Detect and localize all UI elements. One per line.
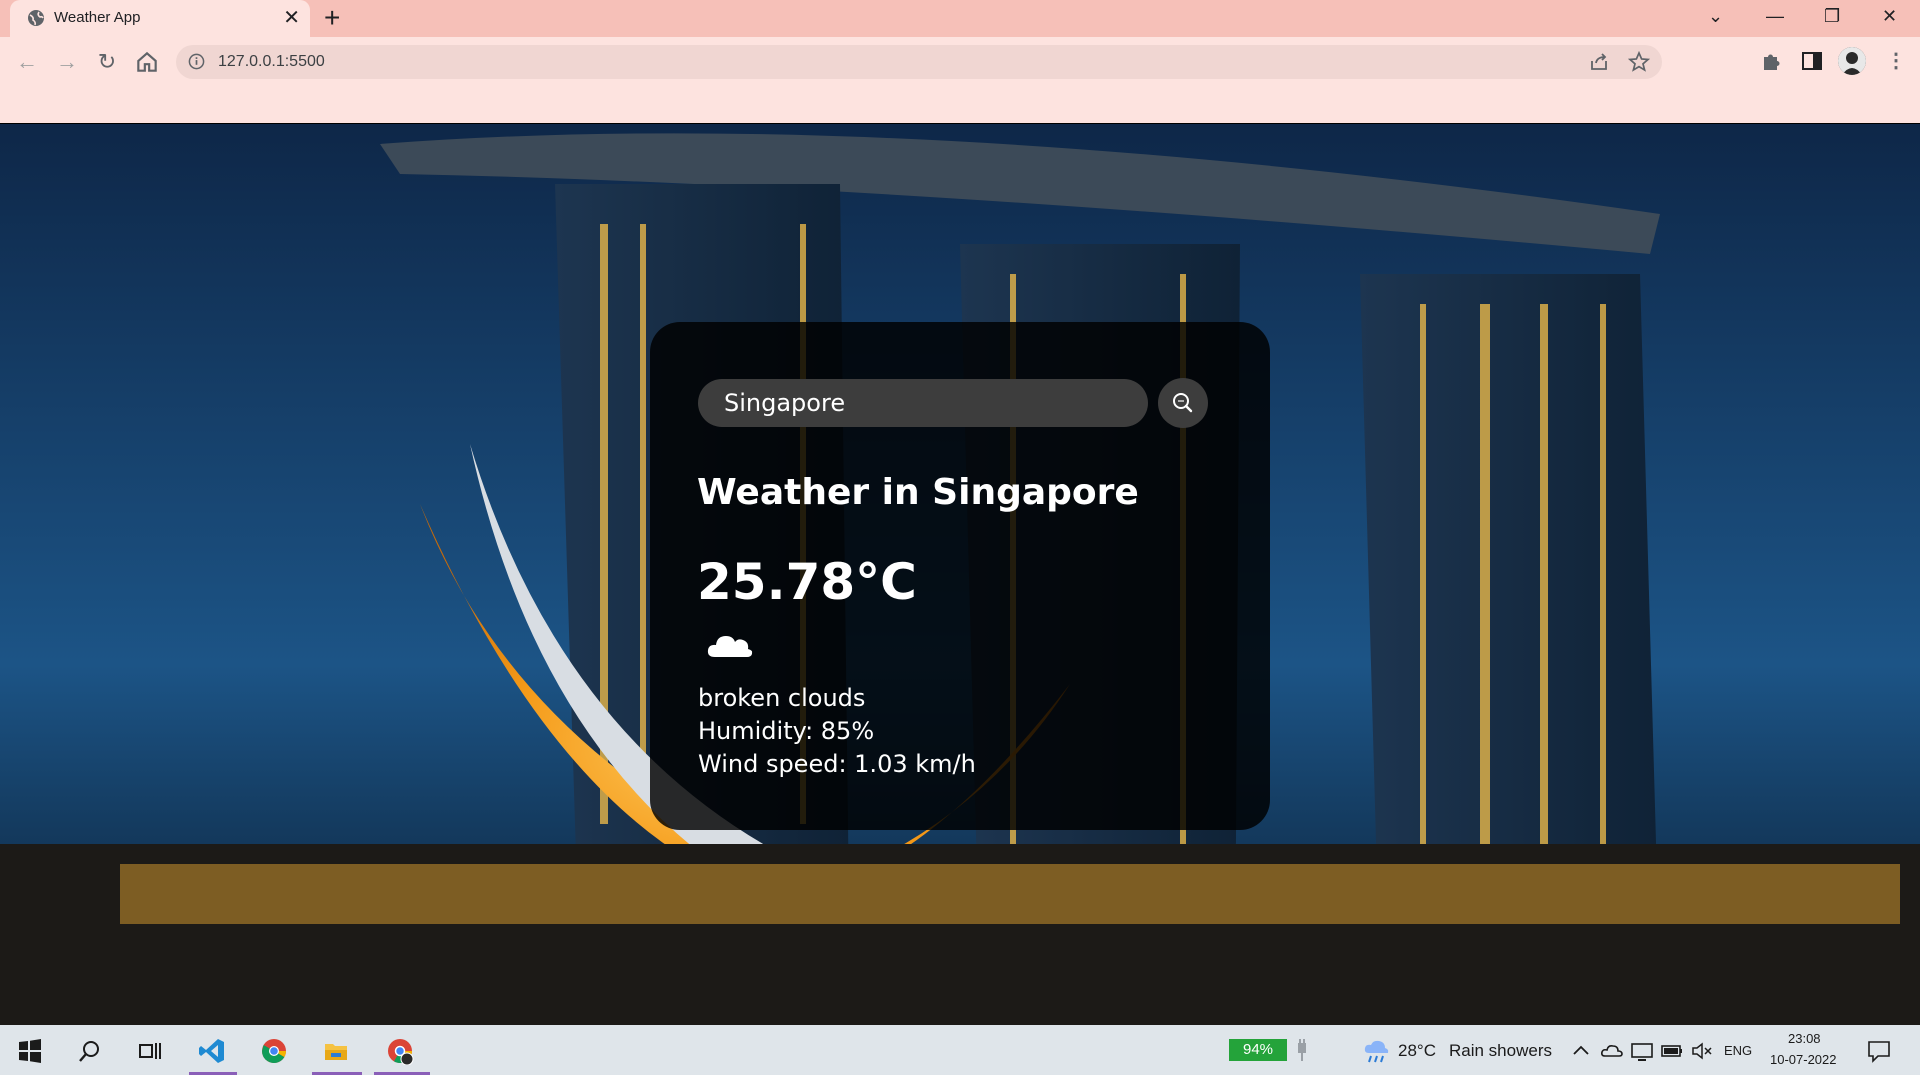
cloud-icon xyxy=(707,636,753,657)
taskbar-weather-desc[interactable]: Rain showers xyxy=(1449,1041,1552,1061)
profile-avatar[interactable] xyxy=(1838,47,1866,75)
bookmark-star-icon[interactable] xyxy=(1628,51,1650,73)
restore-button[interactable]: ❐ xyxy=(1824,4,1840,28)
url-text: 127.0.0.1:5500 xyxy=(218,53,325,70)
file-explorer-icon[interactable] xyxy=(322,1037,350,1065)
extensions-puzzle-icon[interactable] xyxy=(1760,49,1784,73)
browser-tabstrip: Weather App ✕ + ⌄ — ❐ ✕ xyxy=(0,0,1920,37)
battery-indicator[interactable]: 94% xyxy=(1229,1039,1287,1061)
tab-search-chevron-icon[interactable]: ⌄ xyxy=(1708,4,1723,28)
address-bar[interactable]: 127.0.0.1:5500 xyxy=(176,45,1662,79)
home-icon[interactable] xyxy=(134,49,160,75)
new-tab-button[interactable]: + xyxy=(324,3,340,33)
city-title: Weather in Singapore xyxy=(697,472,1139,513)
profile-icon xyxy=(1838,47,1866,75)
search-taskbar-icon[interactable] xyxy=(76,1037,104,1065)
rain-weather-icon[interactable] xyxy=(1362,1037,1390,1065)
search-input[interactable] xyxy=(698,379,1148,427)
close-window-button[interactable]: ✕ xyxy=(1882,4,1897,28)
chrome-profile-icon[interactable] xyxy=(386,1037,414,1065)
weather-description: broken clouds xyxy=(698,684,866,712)
battery-icon[interactable] xyxy=(1660,1037,1684,1065)
close-tab-icon[interactable]: ✕ xyxy=(283,6,300,30)
wind-speed-text: Wind speed: 1.03 km/h xyxy=(698,750,976,778)
clock-time[interactable]: 23:08 xyxy=(1788,1031,1821,1046)
onedrive-cloud-icon[interactable] xyxy=(1600,1037,1624,1065)
back-button[interactable]: ← xyxy=(12,47,42,77)
chrome-icon[interactable] xyxy=(260,1037,288,1065)
humidity-text: Humidity: 85% xyxy=(698,717,875,745)
taskbar: 94% 28°C Rain showers ENG 23:08 10-07-20… xyxy=(0,1025,1920,1075)
volume-muted-icon[interactable] xyxy=(1690,1037,1714,1065)
minimize-button[interactable]: — xyxy=(1766,4,1784,28)
weather-card: Weather in Singapore 25.78°C broken clou… xyxy=(650,322,1270,830)
task-view-icon[interactable] xyxy=(136,1037,164,1065)
search-icon xyxy=(1173,393,1193,413)
browser-toolbar: ← → ↻ 127.0.0.1:5500 ⋮ xyxy=(0,37,1920,123)
share-icon[interactable] xyxy=(1588,51,1610,73)
search-button[interactable] xyxy=(1158,378,1208,428)
taskbar-weather-temp[interactable]: 28°C xyxy=(1398,1041,1436,1061)
tab-title: Weather App xyxy=(54,9,141,26)
clock-date[interactable]: 10-07-2022 xyxy=(1770,1052,1837,1067)
side-panel-icon[interactable] xyxy=(1800,49,1824,73)
browser-menu-icon[interactable]: ⋮ xyxy=(1886,47,1906,75)
language-indicator[interactable]: ENG xyxy=(1724,1043,1752,1058)
forward-button[interactable]: → xyxy=(52,47,82,77)
windows-start-icon[interactable] xyxy=(16,1037,44,1065)
globe-icon xyxy=(28,10,44,26)
reload-button[interactable]: ↻ xyxy=(92,47,122,77)
weather-page-background: Weather in Singapore 25.78°C broken clou… xyxy=(0,124,1920,1025)
info-icon[interactable] xyxy=(188,53,205,70)
notifications-icon[interactable] xyxy=(1866,1037,1892,1065)
browser-tab[interactable]: Weather App ✕ xyxy=(10,0,310,37)
chevron-up-icon[interactable] xyxy=(1570,1037,1592,1065)
power-plug-icon xyxy=(1298,1039,1306,1061)
display-icon[interactable] xyxy=(1630,1037,1654,1065)
vscode-icon[interactable] xyxy=(198,1037,226,1065)
temperature: 25.78°C xyxy=(697,553,917,611)
